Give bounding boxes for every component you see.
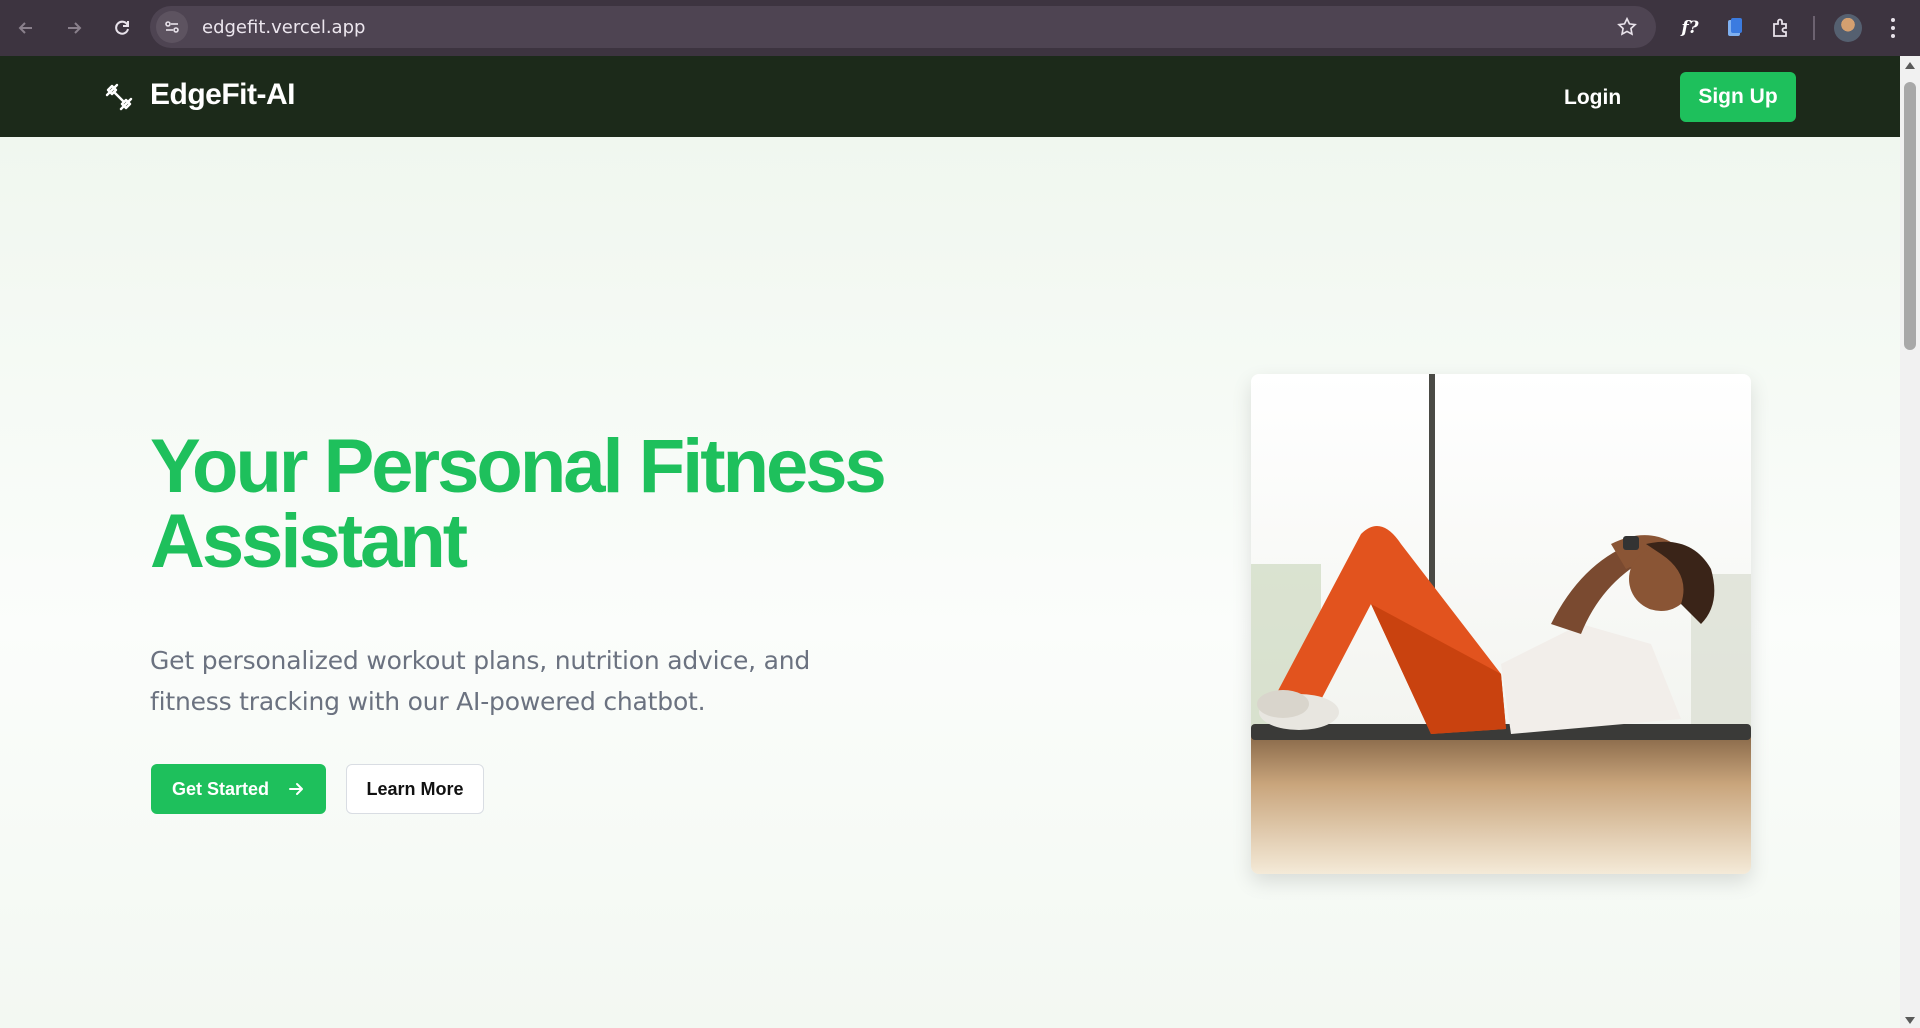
login-link[interactable]: Login — [1564, 86, 1621, 110]
url-text[interactable]: edgefit.vercel.app — [202, 17, 365, 38]
toolbar-divider — [1813, 16, 1815, 40]
forward-button[interactable] — [52, 6, 96, 50]
woman-doing-crunches-photo — [1251, 374, 1751, 874]
get-started-button[interactable]: Get Started — [151, 764, 326, 814]
arrow-right-icon — [289, 783, 304, 795]
site-info-button[interactable] — [156, 11, 188, 43]
learn-more-button[interactable]: Learn More — [346, 764, 484, 814]
scroll-down-arrow-icon[interactable] — [1905, 1017, 1915, 1024]
back-icon — [18, 22, 32, 34]
reload-button[interactable] — [100, 6, 144, 50]
fontface-extension-icon[interactable]: f? — [1676, 14, 1704, 42]
back-button[interactable] — [4, 6, 48, 50]
dumbbell-icon — [105, 83, 133, 111]
get-started-label: Get Started — [171, 778, 270, 799]
hero-headline-line2: Assistant — [150, 499, 468, 584]
extension-icon[interactable] — [1721, 14, 1749, 42]
profile-avatar[interactable] — [1834, 14, 1862, 42]
hero-headline-line1: Your Personal Fitness — [150, 424, 887, 509]
bookmark-star-icon[interactable] — [1616, 16, 1638, 38]
reload-icon — [115, 20, 129, 35]
brand-name[interactable]: EdgeFit-AI — [150, 78, 296, 112]
site-header: EdgeFit-AI Login Sign Up — [0, 56, 1900, 137]
forward-icon — [68, 22, 82, 34]
hero-section: Your Personal Fitness Assistant Get pers… — [0, 137, 1900, 1028]
puzzle-icon[interactable] — [1767, 14, 1795, 42]
hero-headline: Your Personal Fitness Assistant — [150, 424, 950, 584]
site-info-icon — [165, 21, 179, 33]
browser-toolbar: edgefit.vercel.app f? — [0, 0, 1920, 56]
hero-subtext: Get personalized workout plans, nutritio… — [150, 646, 811, 716]
address-bar[interactable]: edgefit.vercel.app — [150, 6, 1656, 48]
page-scrollbar[interactable] — [1900, 56, 1920, 1028]
more-icon[interactable] — [1884, 14, 1902, 42]
scroll-up-arrow-icon[interactable] — [1905, 62, 1915, 69]
signup-button[interactable]: Sign Up — [1680, 72, 1796, 122]
scroll-thumb[interactable] — [1904, 82, 1916, 350]
hero-image — [1251, 374, 1751, 874]
